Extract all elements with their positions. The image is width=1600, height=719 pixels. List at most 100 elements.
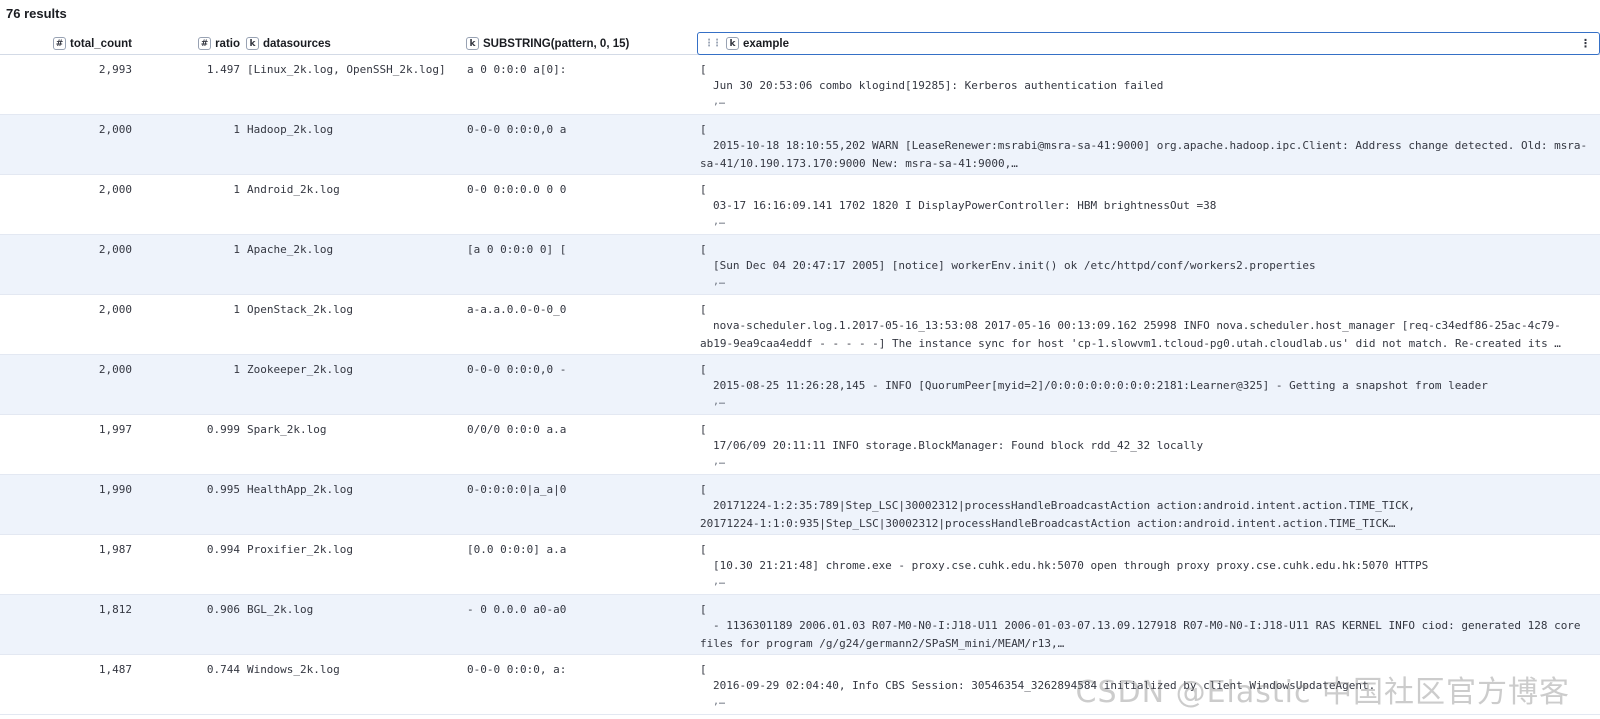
cell-total-count: 2,000: [98, 123, 132, 136]
cell-substring: 0-0 0:0:0.0 0 0: [467, 183, 567, 196]
cell-datasources: Spark_2k.log: [247, 423, 327, 436]
cell-total-count: 1,487: [98, 663, 132, 676]
example-text-line: Jun 30 20:53:06 combo klogind[19285]: Ke…: [713, 79, 1164, 92]
table-row[interactable]: 1,997 0.999 Spark_2k.log 0/0/0 0:0:0 a.a [17…: [0, 415, 1600, 475]
table-row[interactable]: 2,000 1 Android_2k.log 0-0 0:0:0.0 0 0 [03-1…: [0, 175, 1600, 235]
column-header-label: total_count: [70, 37, 132, 50]
cell-total-count: 2,000: [98, 363, 132, 376]
column-header-label: ratio: [215, 37, 240, 50]
drag-handle-icon[interactable]: ⋮⋮: [704, 38, 722, 49]
cell-ratio: 1: [233, 123, 240, 136]
cell-substring: - 0 0.0.0 a0-a0: [467, 603, 567, 616]
cell-substring: [a 0 0:0:0 0] [: [467, 243, 567, 256]
cell-ratio: 1.497: [206, 63, 240, 76]
cell-substring: 0-0-0 0:0:0,0 -: [467, 363, 567, 376]
example-text-line: - 1136301189 2006.01.03 R07-M0-N0-I:J18-…: [713, 619, 1581, 632]
cell-example: [Jun 30 20:53:06 combo klogind[19285]: K…: [700, 63, 1595, 109]
cell-example: [2016-09-29 02:04:40, Info CBS Session: …: [700, 663, 1595, 709]
cell-datasources: Apache_2k.log: [247, 243, 334, 256]
cell-ratio: 1: [233, 303, 240, 316]
cell-example: [17/06/09 20:11:11 INFO storage.BlockMan…: [700, 423, 1595, 469]
results-count: 76 results: [6, 6, 67, 21]
cell-ratio: 0.906: [206, 603, 240, 616]
keyword-type-icon: k: [466, 37, 479, 50]
cell-ratio: 0.999: [206, 423, 240, 436]
table-row[interactable]: 1,990 0.995 HealthApp_2k.log 0-0:0:0:0|a_a|…: [0, 475, 1600, 535]
cell-ratio: 1: [233, 243, 240, 256]
number-type-icon: #: [53, 37, 67, 50]
example-ellipsis: ,…: [713, 696, 726, 707]
cell-datasources: [Linux_2k.log, OpenSSH_2k.log]: [247, 63, 446, 76]
example-text-line: 20171224-1:1:0:935|Step_LSC|30002312|pro…: [700, 517, 1396, 530]
cell-total-count: 1,997: [98, 423, 132, 436]
table-row[interactable]: 2,000 1 Zookeeper_2k.log 0-0-0 0:0:0,0 - [20…: [0, 355, 1600, 415]
cell-substring: [0.0 0:0:0] a.a: [467, 543, 567, 556]
example-open-bracket: [: [700, 543, 707, 556]
cell-substring: 0/0/0 0:0:0 a.a: [467, 423, 567, 436]
table-row[interactable]: 2,000 1 Hadoop_2k.log 0-0-0 0:0:0,0 a [2015-…: [0, 115, 1600, 175]
cell-ratio: 0.744: [206, 663, 240, 676]
cell-example: [ [Sun Dec 04 20:47:17 2005] [notice] wor…: [700, 243, 1595, 289]
column-header-label: SUBSTRING(pattern, 0, 15): [483, 37, 630, 50]
grid-header: # total_count # ratio k datasources k SU…: [0, 32, 1600, 55]
column-header-total-count[interactable]: # total_count: [0, 32, 132, 55]
column-header-substring[interactable]: k SUBSTRING(pattern, 0, 15): [466, 32, 696, 55]
column-header-ratio[interactable]: # ratio: [132, 32, 240, 55]
example-text-line: [Sun Dec 04 20:47:17 2005] [notice] work…: [713, 259, 1316, 272]
cell-datasources: Zookeeper_2k.log: [247, 363, 353, 376]
example-ellipsis: ,…: [713, 216, 726, 227]
cell-example: [03-17 16:16:09.141 1702 1820 I DisplayP…: [700, 183, 1595, 229]
cell-total-count: 1,987: [98, 543, 132, 556]
cell-example: [nova-scheduler.log.1.2017-05-16_13:53:0…: [700, 303, 1595, 353]
example-open-bracket: [: [700, 423, 707, 436]
cell-datasources: Android_2k.log: [247, 183, 340, 196]
cell-datasources: BGL_2k.log: [247, 603, 314, 616]
example-open-bracket: [: [700, 483, 707, 496]
column-header-datasources[interactable]: k datasources: [246, 32, 458, 55]
cell-substring: a-a.a.0.0-0-0_0: [467, 303, 567, 316]
cell-substring: 0-0-0 0:0:0, a:: [467, 663, 567, 676]
cell-ratio: 0.995: [206, 483, 240, 496]
table-row[interactable]: 2,000 1 Apache_2k.log [a 0 0:0:0 0] [[[Sun …: [0, 235, 1600, 295]
keyword-type-icon: k: [246, 37, 259, 50]
table-row[interactable]: 1,987 0.994 Proxifier_2k.log [0.0 0:0:0] a.…: [0, 535, 1600, 595]
example-open-bracket: [: [700, 603, 707, 616]
example-text-line: [10.30 21:21:48] chrome.exe - proxy.cse.…: [713, 559, 1429, 572]
example-ellipsis: ,…: [713, 96, 726, 107]
example-open-bracket: [: [700, 243, 707, 256]
table-row[interactable]: 1,487 0.744 Windows_2k.log 0-0-0 0:0:0, a: […: [0, 655, 1600, 715]
table-row[interactable]: 2,000 1 OpenStack_2k.log a-a.a.0.0-0-0_0 [no…: [0, 295, 1600, 355]
cell-total-count: 2,000: [98, 183, 132, 196]
example-ellipsis: ,…: [713, 276, 726, 287]
example-text-line: 2015-08-25 11:26:28,145 - INFO [QuorumPe…: [713, 379, 1488, 392]
column-header-label: datasources: [263, 37, 331, 50]
example-ellipsis: ,…: [713, 456, 726, 467]
cell-datasources: HealthApp_2k.log: [247, 483, 353, 496]
cell-datasources: Hadoop_2k.log: [247, 123, 334, 136]
cell-substring: a 0 0:0:0 a[0]:: [467, 63, 567, 76]
grid-body: 2,993 1.497 [Linux_2k.log, OpenSSH_2k.log]…: [0, 55, 1600, 715]
example-open-bracket: [: [700, 363, 707, 376]
cell-example: [2015-08-25 11:26:28,145 - INFO [QuorumP…: [700, 363, 1595, 409]
column-header-label: example: [743, 37, 790, 50]
example-text-line: 03-17 16:16:09.141 1702 1820 I DisplayPo…: [713, 199, 1217, 212]
keyword-type-icon: k: [726, 37, 739, 50]
cell-example: [2015-10-18 18:10:55,202 WARN [LeaseRene…: [700, 123, 1595, 173]
example-open-bracket: [: [700, 183, 707, 196]
example-text-line: 2015-10-18 18:10:55,202 WARN [LeaseRenew…: [713, 139, 1588, 152]
example-text-line: nova-scheduler.log.1.2017-05-16_13:53:08…: [713, 319, 1561, 332]
table-row[interactable]: 1,812 0.906 BGL_2k.log - 0 0.0.0 a0-a0 [- 11…: [0, 595, 1600, 655]
cell-datasources: OpenStack_2k.log: [247, 303, 353, 316]
example-text-line: 20171224-1:2:35:789|Step_LSC|30002312|pr…: [713, 499, 1415, 512]
example-open-bracket: [: [700, 123, 707, 136]
kebab-menu-icon[interactable]: ⋮: [1580, 37, 1591, 50]
cell-total-count: 1,990: [98, 483, 132, 496]
column-header-example[interactable]: ⋮⋮ k example ⋮: [697, 32, 1600, 55]
table-row[interactable]: 2,993 1.497 [Linux_2k.log, OpenSSH_2k.log]…: [0, 55, 1600, 115]
number-type-icon: #: [198, 37, 212, 50]
cell-datasources: Proxifier_2k.log: [247, 543, 353, 556]
example-ellipsis: ,…: [713, 576, 726, 587]
example-text-line: files for program /g/g24/germann2/SPaSM_…: [700, 637, 1065, 650]
cell-ratio: 1: [233, 363, 240, 376]
cell-example: [20171224-1:2:35:789|Step_LSC|30002312|p…: [700, 483, 1595, 533]
